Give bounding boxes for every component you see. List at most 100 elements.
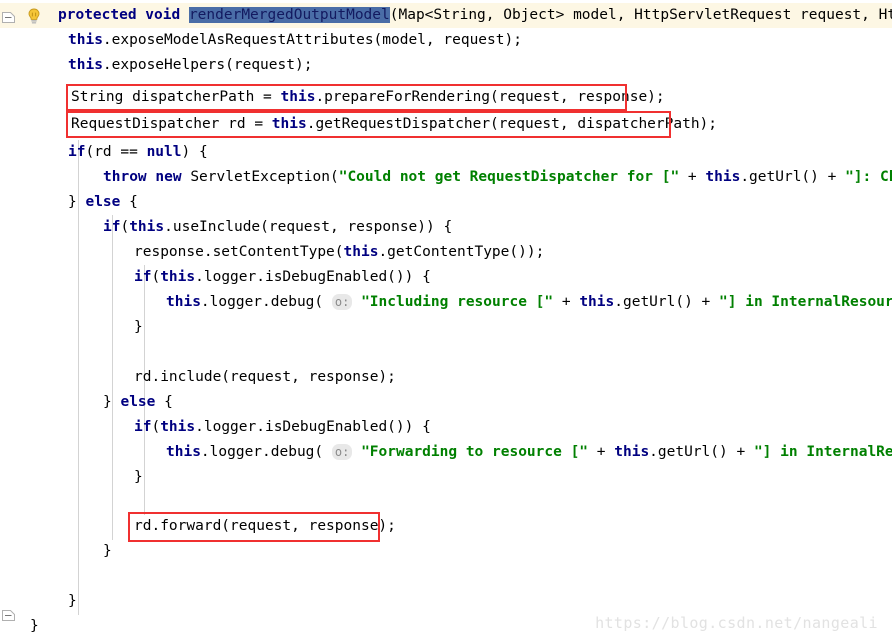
code-token: RequestDispatcher rd = xyxy=(71,116,272,132)
indent-guide xyxy=(112,215,113,540)
code-token: } xyxy=(103,394,121,410)
keyword-token: this xyxy=(705,169,741,185)
code-line[interactable]: } xyxy=(103,539,112,564)
code-line[interactable]: } xyxy=(30,614,39,638)
code-token: } xyxy=(134,319,143,335)
code-token: (rd == xyxy=(85,144,147,160)
code-token: .getUrl() + xyxy=(649,444,754,460)
code-line[interactable]: } xyxy=(68,589,77,614)
keyword-token: this xyxy=(614,444,650,460)
code-token: .exposeHelpers(request); xyxy=(102,57,313,73)
code-line[interactable]: response.setContentType(this.getContentT… xyxy=(134,240,544,265)
code-line[interactable]: protected void renderMergedOutputModel(M… xyxy=(58,3,892,28)
code-token: } xyxy=(68,194,86,210)
code-line[interactable]: rd.forward(request, response); xyxy=(134,514,396,539)
watermark-text: https://blog.csdn.net/nangeali xyxy=(595,614,878,632)
code-token: .logger.isDebugEnabled()) { xyxy=(195,419,431,435)
code-token: ServletException( xyxy=(190,169,339,185)
keyword-token: this xyxy=(68,32,103,48)
code-text-area[interactable]: protected void renderMergedOutputModel(M… xyxy=(0,0,892,638)
code-line[interactable]: this.exposeHelpers(request); xyxy=(68,53,312,78)
code-token: .getUrl() + xyxy=(740,169,846,185)
code-line[interactable]: RequestDispatcher rd = this.getRequestDi… xyxy=(71,112,717,137)
code-token: { xyxy=(155,394,173,410)
code-token: .logger.isDebugEnabled()) { xyxy=(195,269,431,285)
code-line[interactable]: this.logger.debug( o: "Forwarding to res… xyxy=(166,440,892,465)
code-token: ( xyxy=(151,419,161,435)
code-token: .logger.debug( xyxy=(200,294,332,310)
keyword-token: this xyxy=(68,57,103,73)
code-line[interactable]: } xyxy=(134,465,143,490)
string-literal: in xyxy=(745,294,763,310)
keyword-token: this xyxy=(343,244,379,260)
keyword-token: this xyxy=(129,219,165,235)
code-line[interactable]: rd.include(request, response); xyxy=(134,365,396,390)
string-literal: "]: Che xyxy=(845,169,892,185)
code-line[interactable]: } else { xyxy=(68,190,138,215)
string-literal: "Forwarding to resource [" xyxy=(361,444,589,460)
code-line[interactable]: throw new ServletException("Could not ge… xyxy=(103,165,892,190)
code-token: rd.forward(request, response); xyxy=(134,518,396,534)
code-token: + xyxy=(588,444,615,460)
keyword-token: this xyxy=(579,294,615,310)
keyword-token: this xyxy=(271,116,307,132)
keyword-token: protected void xyxy=(58,7,189,23)
keyword-token: this xyxy=(166,294,201,310)
string-literal: "] xyxy=(753,444,772,460)
code-token: (Map<String, Object> model, HttpServletR… xyxy=(389,7,892,23)
selected-method-name: renderMergedOutputModel xyxy=(188,7,390,23)
code-token: String dispatcherPath = xyxy=(71,89,281,105)
code-line[interactable]: } else { xyxy=(103,390,173,415)
keyword-token: this xyxy=(160,269,196,285)
code-token: } xyxy=(103,543,112,559)
keyword-token: if xyxy=(134,269,152,285)
code-token: ( xyxy=(151,269,161,285)
code-editor[interactable]: protected void renderMergedOutputModel(M… xyxy=(0,0,892,638)
keyword-token: else xyxy=(120,394,156,410)
code-line[interactable]: if(this.useInclude(request, response)) { xyxy=(103,215,452,240)
code-token: } xyxy=(30,618,39,634)
keyword-token: if xyxy=(68,144,86,160)
keyword-token: else xyxy=(85,194,121,210)
keyword-token: null xyxy=(146,144,182,160)
code-token: .exposeModelAsRequestAttributes(model, r… xyxy=(102,32,522,48)
string-literal: "Could not get RequestDispatcher for [" xyxy=(338,169,680,185)
keyword-token: this xyxy=(280,89,316,105)
string-literal: InternalResc xyxy=(806,444,892,460)
code-line[interactable]: if(rd == null) { xyxy=(68,140,208,165)
string-literal: "] xyxy=(719,294,737,310)
code-line[interactable]: this.exposeModelAsRequestAttributes(mode… xyxy=(68,28,522,53)
code-token: { xyxy=(120,194,138,210)
code-token: .useInclude(request, response)) { xyxy=(164,219,453,235)
code-token: response.setContentType( xyxy=(134,244,344,260)
keyword-token: this xyxy=(160,419,196,435)
code-line[interactable]: String dispatcherPath = this.prepareForR… xyxy=(71,85,665,110)
code-token: + xyxy=(679,169,706,185)
keyword-token: if xyxy=(134,419,152,435)
code-token: .prepareForRendering(request, response); xyxy=(315,89,665,105)
code-token: ) { xyxy=(181,144,208,160)
code-token: .logger.debug( xyxy=(200,444,332,460)
code-token: ( xyxy=(120,219,130,235)
code-line[interactable]: this.logger.debug( o: "Including resourc… xyxy=(166,290,892,315)
code-token: + xyxy=(553,294,580,310)
keyword-token: this xyxy=(166,444,201,460)
code-token: } xyxy=(134,469,143,485)
code-line[interactable]: if(this.logger.isDebugEnabled()) { xyxy=(134,415,431,440)
string-literal: InternalResource xyxy=(771,294,892,310)
code-token: .getUrl() + xyxy=(614,294,720,310)
parameter-inlay-hint[interactable]: o: xyxy=(331,294,353,310)
code-line[interactable]: if(this.logger.isDebugEnabled()) { xyxy=(134,265,431,290)
code-token: .getRequestDispatcher(request, dispatche… xyxy=(306,116,718,132)
code-token: rd.include(request, response); xyxy=(134,369,396,385)
parameter-inlay-hint[interactable]: o: xyxy=(331,444,353,460)
string-literal: "Including resource [" xyxy=(361,294,554,310)
code-token: } xyxy=(68,593,77,609)
code-line[interactable]: } xyxy=(134,315,143,340)
string-literal: in xyxy=(780,444,798,460)
keyword-token: if xyxy=(103,219,121,235)
code-token: .getContentType()); xyxy=(378,244,545,260)
